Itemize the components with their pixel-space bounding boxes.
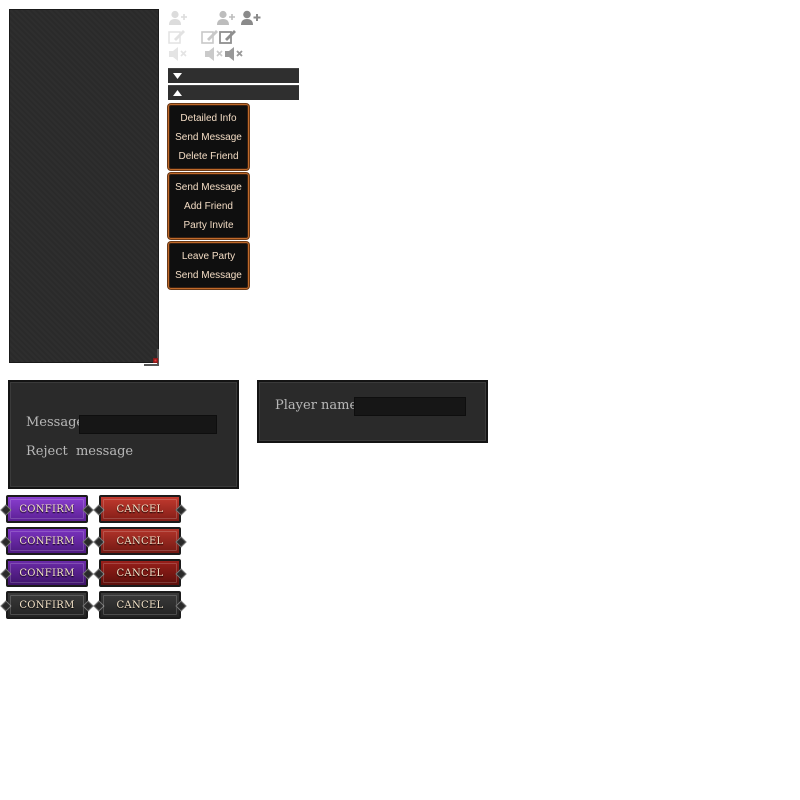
dropdown-expanded-bar[interactable] (168, 85, 299, 100)
confirm-button-disabled: CONFIRM (6, 591, 88, 619)
confirm-button-label: CONFIRM (19, 599, 75, 611)
mute-icon-hover[interactable] (224, 46, 246, 62)
menu-item-send-message[interactable]: Send Message (169, 128, 248, 147)
menu-item-delete-friend[interactable]: Delete Friend (169, 147, 248, 166)
confirm-button-hover[interactable]: CONFIRM (6, 527, 88, 555)
edit-icon-disabled (168, 29, 190, 45)
confirm-button-normal[interactable]: CONFIRM (6, 495, 88, 523)
cancel-button-label: CANCEL (116, 599, 164, 611)
confirm-button-pressed[interactable]: CONFIRM (6, 559, 88, 587)
cancel-button-pressed[interactable]: CANCEL (99, 559, 181, 587)
side-panel (9, 9, 159, 363)
dropdown-collapsed-bar[interactable] (168, 68, 299, 83)
menu-item-party-invite[interactable]: Party Invite (169, 216, 248, 235)
player-name-dialog: Player name (257, 380, 488, 443)
menu-item-send-message[interactable]: Send Message (169, 178, 248, 197)
resize-grip-icon[interactable] (142, 345, 162, 367)
menu-item-detailed-info[interactable]: Detailed Info (169, 109, 248, 128)
menu-item-add-friend[interactable]: Add Friend (169, 197, 248, 216)
cancel-button-label: CANCEL (116, 535, 164, 547)
confirm-button-label: CONFIRM (19, 503, 75, 515)
mute-icon-disabled (168, 46, 190, 62)
edit-icon-hover[interactable] (219, 29, 241, 45)
friend-context-menu: Detailed Info Send Message Delete Friend (168, 104, 249, 170)
reject-message-label[interactable]: Reject message (26, 444, 133, 459)
chevron-down-icon (173, 73, 182, 79)
player-name-input[interactable] (354, 397, 466, 416)
menu-item-send-message[interactable]: Send Message (169, 266, 248, 285)
cancel-button-label: CANCEL (116, 503, 164, 515)
player-name-label: Player name (275, 398, 358, 413)
message-dialog: Message Reject message (8, 380, 239, 489)
cancel-button-hover[interactable]: CANCEL (99, 527, 181, 555)
cancel-button-normal[interactable]: CANCEL (99, 495, 181, 523)
cancel-button-disabled: CANCEL (99, 591, 181, 619)
cancel-button-label: CANCEL (116, 567, 164, 579)
add-friend-icon-hover[interactable] (240, 10, 262, 26)
add-friend-icon-normal[interactable] (216, 10, 238, 26)
add-friend-icon-disabled (168, 10, 190, 26)
party-context-menu: Leave Party Send Message (168, 242, 249, 289)
chevron-up-icon (173, 90, 182, 96)
confirm-button-label: CONFIRM (19, 535, 75, 547)
menu-item-leave-party[interactable]: Leave Party (169, 247, 248, 266)
message-input[interactable] (79, 415, 217, 434)
confirm-button-label: CONFIRM (19, 567, 75, 579)
message-label: Message (26, 415, 85, 430)
mute-icon-normal[interactable] (204, 46, 226, 62)
player-context-menu: Send Message Add Friend Party Invite (168, 173, 249, 239)
